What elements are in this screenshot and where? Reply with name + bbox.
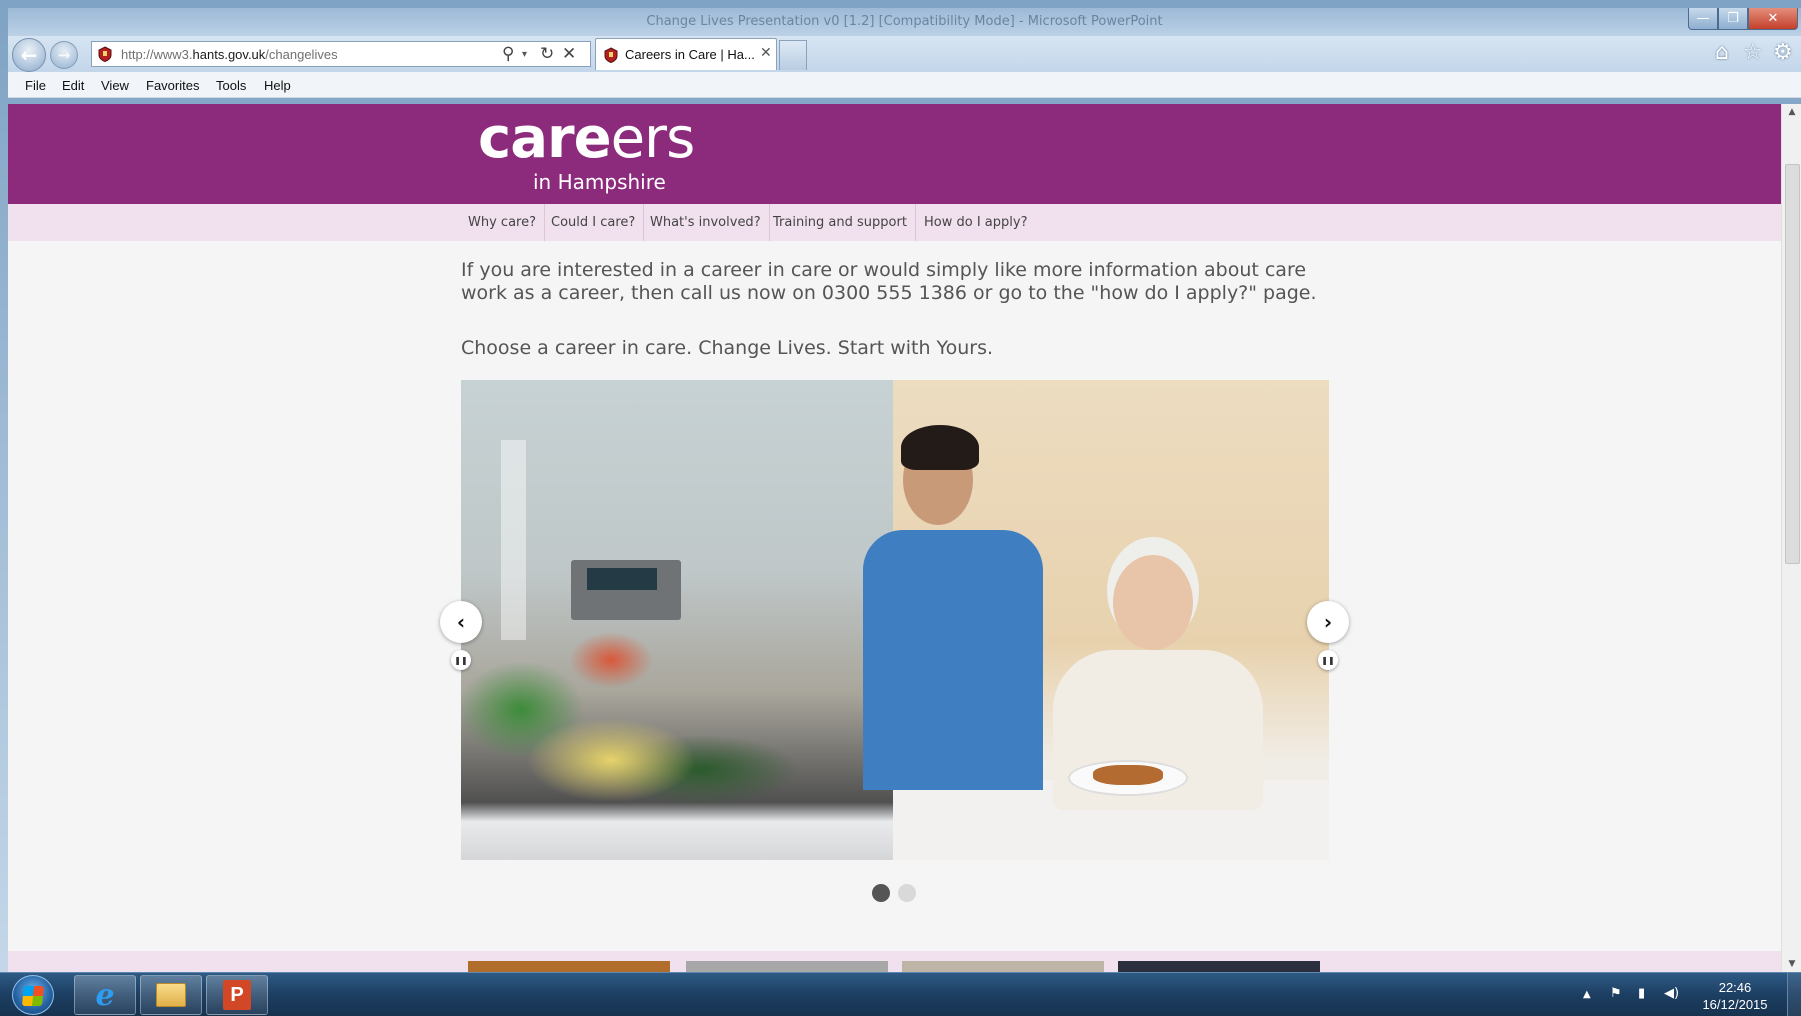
logo-subtitle: in Hampshire [533, 170, 666, 194]
page-viewport: careers in Hampshire Why care? Could I c… [8, 104, 1781, 972]
system-clock[interactable]: 22:46 16/12/2015 [1700, 979, 1770, 1013]
address-url-host: hants.gov.uk [192, 47, 266, 62]
promo-thumbnail[interactable] [468, 961, 670, 972]
scrollbar-thumb[interactable] [1785, 164, 1800, 564]
carousel-dot-2[interactable] [898, 884, 916, 902]
nav-link-could-i-care[interactable]: Could I care? [543, 204, 645, 241]
home-icon[interactable]: ⌂ [1715, 40, 1729, 65]
action-center-flag-icon[interactable]: ⚑ [1610, 986, 1622, 1001]
carousel-dot-1[interactable] [872, 884, 890, 902]
nav-link-training-support[interactable]: Training and support [765, 204, 916, 241]
forward-button[interactable]: → [50, 41, 78, 69]
carousel-pause-button[interactable]: ❚❚ [451, 650, 471, 670]
menu-file[interactable]: File [25, 78, 46, 93]
stop-icon[interactable]: ✕ [562, 44, 576, 64]
carousel-next-button[interactable]: › [1307, 601, 1349, 643]
nav-link-whats-involved[interactable]: What's involved? [642, 204, 770, 241]
address-url-path: /changelives [265, 47, 338, 62]
carousel-prev-button[interactable]: ‹ [440, 601, 482, 643]
menu-bar: File Edit View Favorites Tools Help [8, 72, 1801, 98]
powerpoint-icon: P [223, 980, 251, 1010]
star-icon[interactable]: ☆ [1743, 40, 1763, 65]
tab-label: Careers in Care | Ha... [625, 47, 755, 62]
address-url-prefix: http://www3. [121, 47, 193, 62]
browser-toolbar: ← → http://www3.hants.gov.uk/changelives… [8, 36, 1801, 72]
desktop-screen: Change Lives Presentation v0 [1.2] [Comp… [0, 0, 1801, 1016]
chevron-down-icon[interactable]: ▾ [522, 49, 527, 60]
menu-view[interactable]: View [101, 78, 129, 93]
carousel-image-carer-serving-meal [863, 380, 1329, 860]
clock-date: 16/12/2015 [1702, 997, 1768, 1012]
gear-icon[interactable]: ⚙ [1773, 40, 1793, 65]
new-tab-button[interactable] [779, 40, 807, 70]
window-title: Change Lives Presentation v0 [1.2] [Comp… [646, 14, 1163, 29]
site-logo[interactable]: careers in Hampshire [478, 106, 738, 204]
promo-strip [8, 951, 1781, 972]
logo-wordmark-bold: care [478, 106, 612, 171]
windows-taskbar: e P ▲ ⚑ ▮ ◀) 22:46 16/12/2015 [0, 972, 1801, 1016]
address-bar[interactable]: http://www3.hants.gov.uk/changelives ⚲ ▾… [91, 41, 591, 67]
refresh-icon[interactable]: ↻ [540, 44, 554, 64]
maximize-button[interactable]: ❐ [1718, 8, 1748, 30]
search-icon[interactable]: ⚲ [502, 44, 514, 64]
promo-thumbnail[interactable] [1118, 961, 1320, 972]
window-title-bar: Change Lives Presentation v0 [1.2] [Comp… [8, 8, 1801, 36]
volume-icon[interactable]: ◀) [1664, 986, 1679, 1001]
taskbar-powerpoint[interactable]: P [206, 975, 268, 1015]
minimize-button[interactable]: — [1688, 8, 1718, 30]
intro-paragraph: If you are interested in a career in car… [461, 259, 1317, 304]
close-window-button[interactable]: ✕ [1748, 8, 1798, 30]
menu-favorites[interactable]: Favorites [146, 78, 199, 93]
site-favicon-icon [98, 46, 112, 62]
site-navigation: Why care? Could I care? What's involved?… [8, 204, 1781, 241]
logo-wordmark: careers [478, 106, 696, 171]
nav-link-how-do-i-apply[interactable]: How do I apply? [916, 204, 1035, 241]
carousel-pause-button[interactable]: ❚❚ [1318, 650, 1338, 670]
nav-link-why-care[interactable]: Why care? [460, 204, 545, 241]
menu-help[interactable]: Help [264, 78, 291, 93]
scroll-down-arrow-icon[interactable]: ▼ [1782, 956, 1801, 972]
menu-edit[interactable]: Edit [62, 78, 84, 93]
tagline: Choose a career in care. Change Lives. S… [461, 337, 994, 359]
internet-explorer-icon: e [95, 977, 115, 1013]
windows-logo-icon [21, 986, 45, 1006]
network-icon[interactable]: ▮ [1638, 986, 1645, 1001]
show-desktop-button[interactable] [1787, 973, 1801, 1016]
tray-expand-icon[interactable]: ▲ [1583, 989, 1591, 1000]
close-icon[interactable]: ✕ [760, 45, 772, 61]
carousel-image-shop-counter [461, 380, 893, 860]
start-button[interactable] [12, 975, 54, 1015]
promo-thumbnail[interactable] [902, 961, 1104, 972]
page-scrollbar[interactable]: ▲ ▼ [1781, 104, 1801, 972]
site-favicon-icon [604, 47, 618, 63]
back-button[interactable]: ← [12, 38, 46, 72]
taskbar-internet-explorer[interactable]: e [74, 975, 136, 1015]
clock-time: 22:46 [1718, 980, 1752, 995]
browser-tab-careers[interactable]: Careers in Care | Ha... ✕ [595, 38, 777, 70]
promo-thumbnail[interactable] [686, 961, 888, 972]
logo-wordmark-light: ers [610, 106, 696, 171]
address-url[interactable]: http://www3.hants.gov.uk/changelives [121, 47, 338, 62]
scroll-up-arrow-icon[interactable]: ▲ [1782, 104, 1801, 120]
hero-carousel[interactable] [461, 380, 1329, 860]
menu-tools[interactable]: Tools [216, 78, 246, 93]
taskbar-file-explorer[interactable] [140, 975, 202, 1015]
folder-icon [156, 983, 186, 1007]
site-header: careers in Hampshire [8, 104, 1781, 204]
